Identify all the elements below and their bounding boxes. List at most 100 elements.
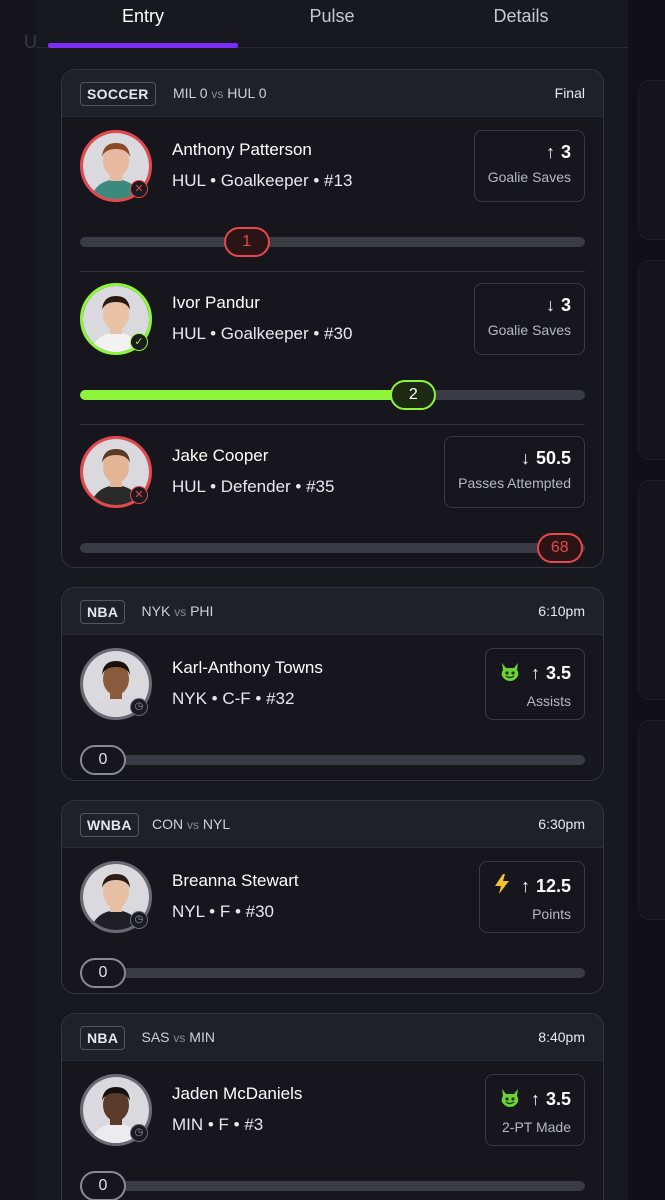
player-name: Ivor Pandur xyxy=(172,293,260,312)
tab-pulse[interactable]: Pulse xyxy=(237,0,427,48)
player-row[interactable]: ✓ Ivor Pandur HUL • Goalkeeper • #30 ↓ 3 Goal… xyxy=(62,283,603,413)
projection-line: ↑ 3 xyxy=(488,142,571,163)
player-row[interactable]: ◷ Karl-Anthony Towns NYK • C-F • #32 ↑ 3.5 As… xyxy=(62,648,603,778)
stat-type: Points xyxy=(532,906,571,922)
home-team: SAS xyxy=(141,1029,170,1045)
game-header: WNBA CON vs NYL 6:30pm xyxy=(62,801,603,848)
player-info: HUL • Goalkeeper • #30 xyxy=(172,324,353,343)
line-value: 3 xyxy=(560,295,571,315)
progress-track: 1 xyxy=(80,227,585,257)
player-info: NYL • F • #30 xyxy=(172,902,274,921)
game-header: SOCCER MIL 0 vs HUL 0 Final xyxy=(62,70,603,117)
tab-bar: Entry Pulse Details xyxy=(36,0,628,48)
away-score: 0 xyxy=(258,85,267,101)
progress-fill xyxy=(80,390,414,400)
game-card: NBA NYK vs PHI 6:10pm ◷ Karl-Anthony Towns NY… xyxy=(61,587,604,781)
entry-panel: Entry Pulse Details SOCCER MIL 0 vs HUL 0… xyxy=(36,0,628,1200)
progress-track: 2 xyxy=(80,380,585,410)
projection-line: ↑ 3.5 xyxy=(499,660,571,687)
projection-box[interactable]: ↓ 50.5 Passes Attempted xyxy=(444,436,585,508)
background-card xyxy=(638,80,665,240)
progress-track: 0 xyxy=(80,1171,585,1200)
devil-emoji-icon xyxy=(499,660,521,687)
progress-track: 0 xyxy=(80,745,585,775)
x-icon: ✕ xyxy=(130,180,148,198)
row-divider xyxy=(80,271,585,272)
player-info: MIN • F • #3 xyxy=(172,1115,264,1134)
stat-type: Goalie Saves xyxy=(487,322,571,338)
stat-type: Passes Attempted xyxy=(458,475,571,491)
line-value: 12.5 xyxy=(535,876,571,896)
projection-line: ↓ 3 xyxy=(488,295,571,316)
line-value: 50.5 xyxy=(535,448,571,468)
stat-type: 2-PT Made xyxy=(502,1119,571,1135)
game-status: Final xyxy=(554,85,585,101)
tab-details[interactable]: Details xyxy=(426,0,616,48)
player-row[interactable]: ◷ Jaden McDaniels MIN • F • #3 ↑ 3.5 2-PT Mad… xyxy=(62,1074,603,1200)
projection-line: ↑ 12.5 xyxy=(493,873,571,900)
player-name: Jake Cooper xyxy=(172,446,269,465)
player-info: HUL • Goalkeeper • #13 xyxy=(172,171,353,190)
player-info: HUL • Defender • #35 xyxy=(172,477,335,496)
x-icon: ✕ xyxy=(130,486,148,504)
projection-box[interactable]: ↑ 3.5 2-PT Made xyxy=(484,1074,585,1146)
clock-icon: ◷ xyxy=(130,1124,148,1142)
vs-label: vs xyxy=(187,818,200,832)
vs-label: vs xyxy=(173,1031,186,1045)
line-value: 3 xyxy=(560,142,571,162)
league-badge: WNBA xyxy=(80,813,139,837)
lightning-emoji-icon xyxy=(493,873,511,900)
current-stat-pill: 0 xyxy=(80,958,126,988)
player-name: Jaden McDaniels xyxy=(172,1084,303,1103)
player-name: Breanna Stewart xyxy=(172,871,299,890)
vs-label: vs xyxy=(211,87,224,101)
game-status: 6:10pm xyxy=(538,603,585,619)
home-team: CON xyxy=(152,816,184,832)
check-icon: ✓ xyxy=(130,333,148,351)
current-stat-pill: 0 xyxy=(80,745,126,775)
active-tab-indicator xyxy=(48,43,238,48)
current-stat-pill: 68 xyxy=(536,533,583,563)
background-card xyxy=(638,720,665,920)
row-divider xyxy=(80,424,585,425)
away-team: HUL xyxy=(227,85,255,101)
stat-type: Goalie Saves xyxy=(487,169,571,185)
projection-line: ↑ 3.5 xyxy=(499,1086,571,1113)
tab-entry[interactable]: Entry xyxy=(48,0,238,48)
game-status: 8:40pm xyxy=(538,1029,585,1045)
player-info: NYK • C-F • #32 xyxy=(172,689,295,708)
league-badge: SOCCER xyxy=(80,82,156,106)
projection-box[interactable]: ↑ 3 Goalie Saves xyxy=(473,130,585,202)
home-team: NYK xyxy=(141,603,171,619)
player-name: Anthony Patterson xyxy=(172,140,312,159)
progress-track: 0 xyxy=(80,958,585,988)
arrow-up-icon: ↑ xyxy=(520,876,530,896)
game-header: NBA SAS vs MIN 8:40pm xyxy=(62,1014,603,1061)
game-card: SOCCER MIL 0 vs HUL 0 Final ✕ Anthony Patter… xyxy=(61,69,604,568)
away-team: PHI xyxy=(190,603,214,619)
away-team: NYL xyxy=(202,816,231,832)
game-card: NBA SAS vs MIN 8:40pm ◷ Jaden McDaniels MIN •… xyxy=(61,1013,604,1200)
clock-icon: ◷ xyxy=(130,911,148,929)
projection-line: ↓ 50.5 xyxy=(458,448,571,469)
projection-box[interactable]: ↓ 3 Goalie Saves xyxy=(473,283,585,355)
player-row[interactable]: ✕ Jake Cooper HUL • Defender • #35 ↓ 50.5 Pas… xyxy=(62,436,603,566)
arrow-down-icon: ↓ xyxy=(520,448,530,468)
arrow-up-icon: ↑ xyxy=(545,142,555,162)
projection-box[interactable]: ↑ 3.5 Assists xyxy=(484,648,585,720)
arrow-down-icon: ↓ xyxy=(545,295,555,315)
game-header: NBA NYK vs PHI 6:10pm xyxy=(62,588,603,635)
vs-label: vs xyxy=(174,605,187,619)
devil-emoji-icon xyxy=(499,1086,521,1113)
arrow-up-icon: ↑ xyxy=(530,1089,540,1109)
player-name: Karl-Anthony Towns xyxy=(172,658,323,677)
matchup: MIL 0 vs HUL 0 xyxy=(173,85,266,101)
matchup: CON vs NYL xyxy=(152,816,230,832)
home-team: MIL xyxy=(173,85,196,101)
league-badge: NBA xyxy=(80,600,126,624)
clock-icon: ◷ xyxy=(130,698,148,716)
player-row[interactable]: ✕ Anthony Patterson HUL • Goalkeeper • #13… xyxy=(62,130,603,260)
away-team: MIN xyxy=(189,1029,215,1045)
player-row[interactable]: ◷ Breanna Stewart NYL • F • #30 ↑ 12.5 Points… xyxy=(62,861,603,991)
projection-box[interactable]: ↑ 12.5 Points xyxy=(478,861,585,933)
